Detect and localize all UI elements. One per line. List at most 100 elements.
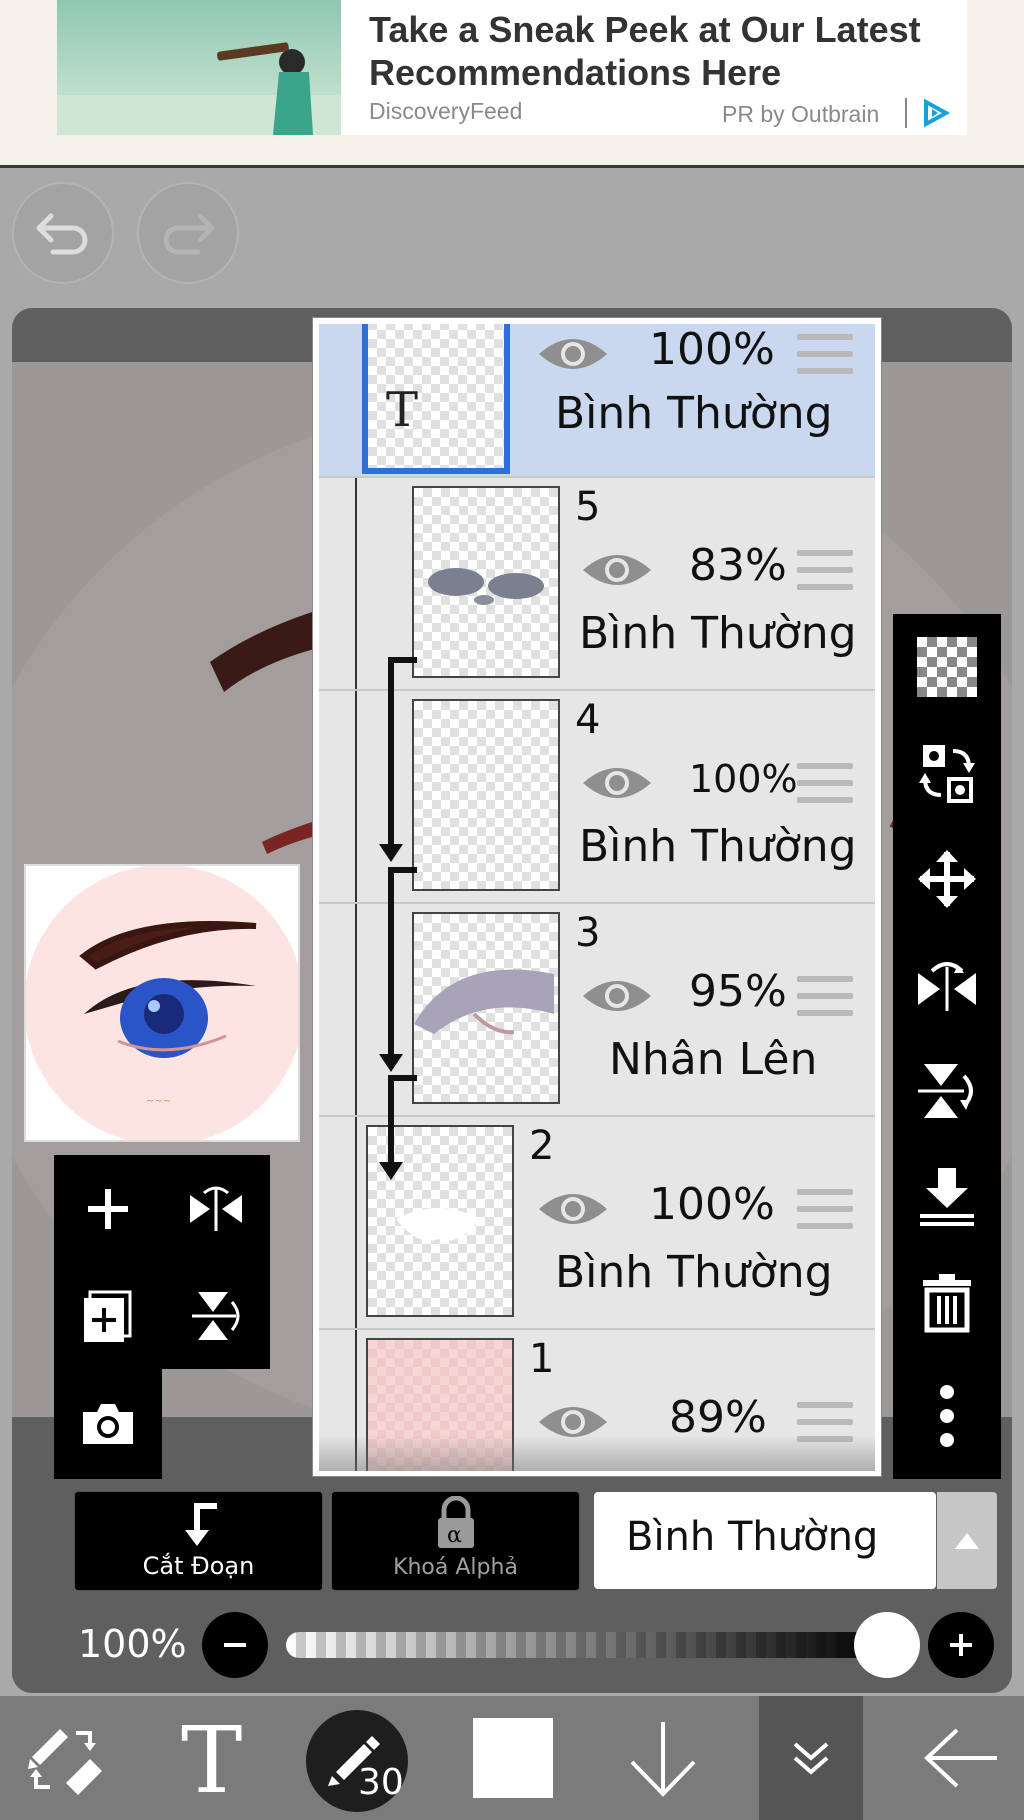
ad-separator — [905, 98, 907, 128]
layer-opacity: 100% — [649, 324, 775, 375]
move-icon — [918, 850, 976, 908]
color-swatch — [473, 1718, 553, 1798]
alpha-lock-icon: α — [438, 1496, 474, 1548]
drag-handle-icon[interactable] — [797, 1189, 853, 1229]
ad-banner[interactable]: Take a Sneak Peek at Our Latest Recommen… — [0, 0, 1024, 168]
layer-opacity: 100% — [689, 757, 798, 801]
alpha-lock-label: Khoá Alphả — [393, 1555, 518, 1580]
layer-blend-mode: Nhân Lên — [609, 1034, 818, 1085]
arrow-down-icon — [630, 1722, 696, 1797]
layer-opacity: 83% — [689, 540, 787, 591]
clipping-label: Cắt Đoạn — [142, 1552, 255, 1580]
opacity-decrease-button[interactable] — [202, 1612, 268, 1678]
flip-horizontal-layer-button[interactable] — [162, 1155, 270, 1262]
eye-icon[interactable] — [581, 761, 653, 805]
duplicate-layer-button[interactable] — [54, 1262, 162, 1369]
camera-button[interactable] — [54, 1369, 162, 1479]
flip-vertical-icon — [918, 1064, 973, 1118]
triangle-up-icon — [955, 1532, 979, 1549]
clipping-button[interactable]: Cắt Đoạn — [74, 1491, 323, 1591]
drag-handle-icon[interactable] — [797, 763, 853, 803]
more-options-button[interactable] — [893, 1356, 1001, 1476]
text-tool-button[interactable]: T — [160, 1696, 270, 1820]
layer-name: 2 — [529, 1123, 555, 1169]
ad-sponsor: PR by Outbrain — [722, 101, 880, 127]
clipping-arrows-icon — [379, 657, 417, 1180]
blend-mode-dropdown-button[interactable] — [937, 1492, 997, 1589]
flip-horizontal-button[interactable] — [893, 932, 1001, 1038]
text-tool-icon: T — [181, 1718, 242, 1798]
merge-down-button[interactable] — [893, 1144, 1001, 1250]
drag-handle-icon[interactable] — [797, 976, 853, 1016]
undo-button[interactable] — [12, 182, 114, 284]
add-layer-button[interactable] — [54, 1155, 162, 1262]
clipping-arrow-icon — [185, 1503, 217, 1546]
layer-thumbnail[interactable] — [412, 912, 560, 1104]
opacity-slider-track[interactable] — [286, 1632, 886, 1658]
camera-icon — [83, 1404, 133, 1444]
layer-thumbnail[interactable] — [412, 486, 560, 678]
layer-opacity: 100% — [649, 1179, 775, 1230]
delete-layer-button[interactable] — [893, 1250, 1001, 1356]
canvas-preview[interactable]: ~~~ — [24, 864, 300, 1142]
color-swatch-button[interactable] — [458, 1696, 568, 1820]
blend-mode-value: Bình Thường — [626, 1514, 879, 1560]
redo-icon — [163, 213, 215, 255]
flip-vertical-layer-button[interactable] — [162, 1262, 270, 1369]
flip-horizontal-icon — [190, 1186, 242, 1231]
ad-title[interactable]: Take a Sneak Peek at Our Latest Recommen… — [369, 8, 959, 94]
left-tool-box — [54, 1155, 270, 1369]
ad-card[interactable]: Take a Sneak Peek at Our Latest Recommen… — [57, 0, 967, 135]
ad-choices-icon[interactable] — [919, 98, 951, 128]
move-button[interactable] — [893, 826, 1001, 932]
opacity-value: 100% — [78, 1622, 187, 1666]
layer-list[interactable]: T 100% Bình Thường 5 83% Bình Thường 4 1… — [319, 324, 875, 1471]
expand-menu-button[interactable] — [759, 1696, 863, 1820]
drag-handle-icon[interactable] — [797, 334, 853, 374]
layer-blend-mode: Bình Thường — [579, 608, 857, 659]
flip-vertical-icon — [192, 1291, 240, 1340]
redo-button[interactable] — [137, 182, 239, 284]
text-layer-icon: T — [386, 382, 419, 438]
merge-down-icon — [920, 1168, 974, 1226]
drag-handle-icon[interactable] — [797, 550, 853, 590]
layer-panel[interactable]: T 100% Bình Thường 5 83% Bình Thường 4 1… — [313, 318, 881, 1476]
more-icon — [940, 1385, 954, 1447]
layer-name: 5 — [575, 484, 601, 530]
back-button[interactable] — [906, 1696, 1016, 1820]
swap-layer-button[interactable] — [893, 720, 1001, 826]
undo-icon — [36, 213, 88, 255]
arrow-left-icon — [924, 1728, 997, 1788]
transparency-icon — [917, 637, 977, 697]
svg-text:T: T — [181, 1718, 242, 1798]
svg-text:α: α — [447, 1523, 462, 1548]
brush-size-label: 30 — [358, 1762, 404, 1803]
eye-icon[interactable] — [537, 332, 609, 376]
layer-down-button[interactable] — [608, 1696, 718, 1820]
layer-name: 3 — [575, 910, 601, 956]
ad-image[interactable] — [57, 0, 341, 135]
layer-name: 4 — [575, 697, 601, 743]
eye-icon[interactable] — [581, 548, 653, 592]
pen-eraser-swap-icon — [28, 1729, 102, 1795]
scroll-fade — [319, 1435, 875, 1471]
double-chevron-down-icon — [793, 1742, 829, 1775]
eye-icon[interactable] — [537, 1187, 609, 1231]
right-tool-box — [893, 614, 1001, 1479]
blend-mode-select[interactable]: Bình Thường — [594, 1492, 936, 1589]
minus-icon — [224, 1643, 246, 1647]
brush-eraser-toggle[interactable] — [10, 1696, 120, 1820]
opacity-increase-button[interactable] — [928, 1612, 994, 1678]
opacity-slider-handle[interactable] — [854, 1612, 920, 1678]
eye-icon[interactable] — [581, 974, 653, 1018]
add-layer-icon — [88, 1188, 128, 1229]
swap-layer-icon — [919, 745, 975, 803]
svg-text:~~~: ~~~ — [146, 1096, 171, 1107]
alpha-lock-button[interactable]: α Khoá Alphả — [331, 1491, 580, 1591]
layer-row-text[interactable]: T 100% Bình Thường — [319, 324, 875, 478]
flip-vertical-button[interactable] — [893, 1038, 1001, 1144]
transparency-button[interactable] — [893, 614, 1001, 720]
flip-horizontal-icon — [918, 962, 976, 1011]
layer-thumbnail[interactable] — [412, 699, 560, 891]
layer-thumbnail[interactable]: T — [362, 324, 510, 474]
